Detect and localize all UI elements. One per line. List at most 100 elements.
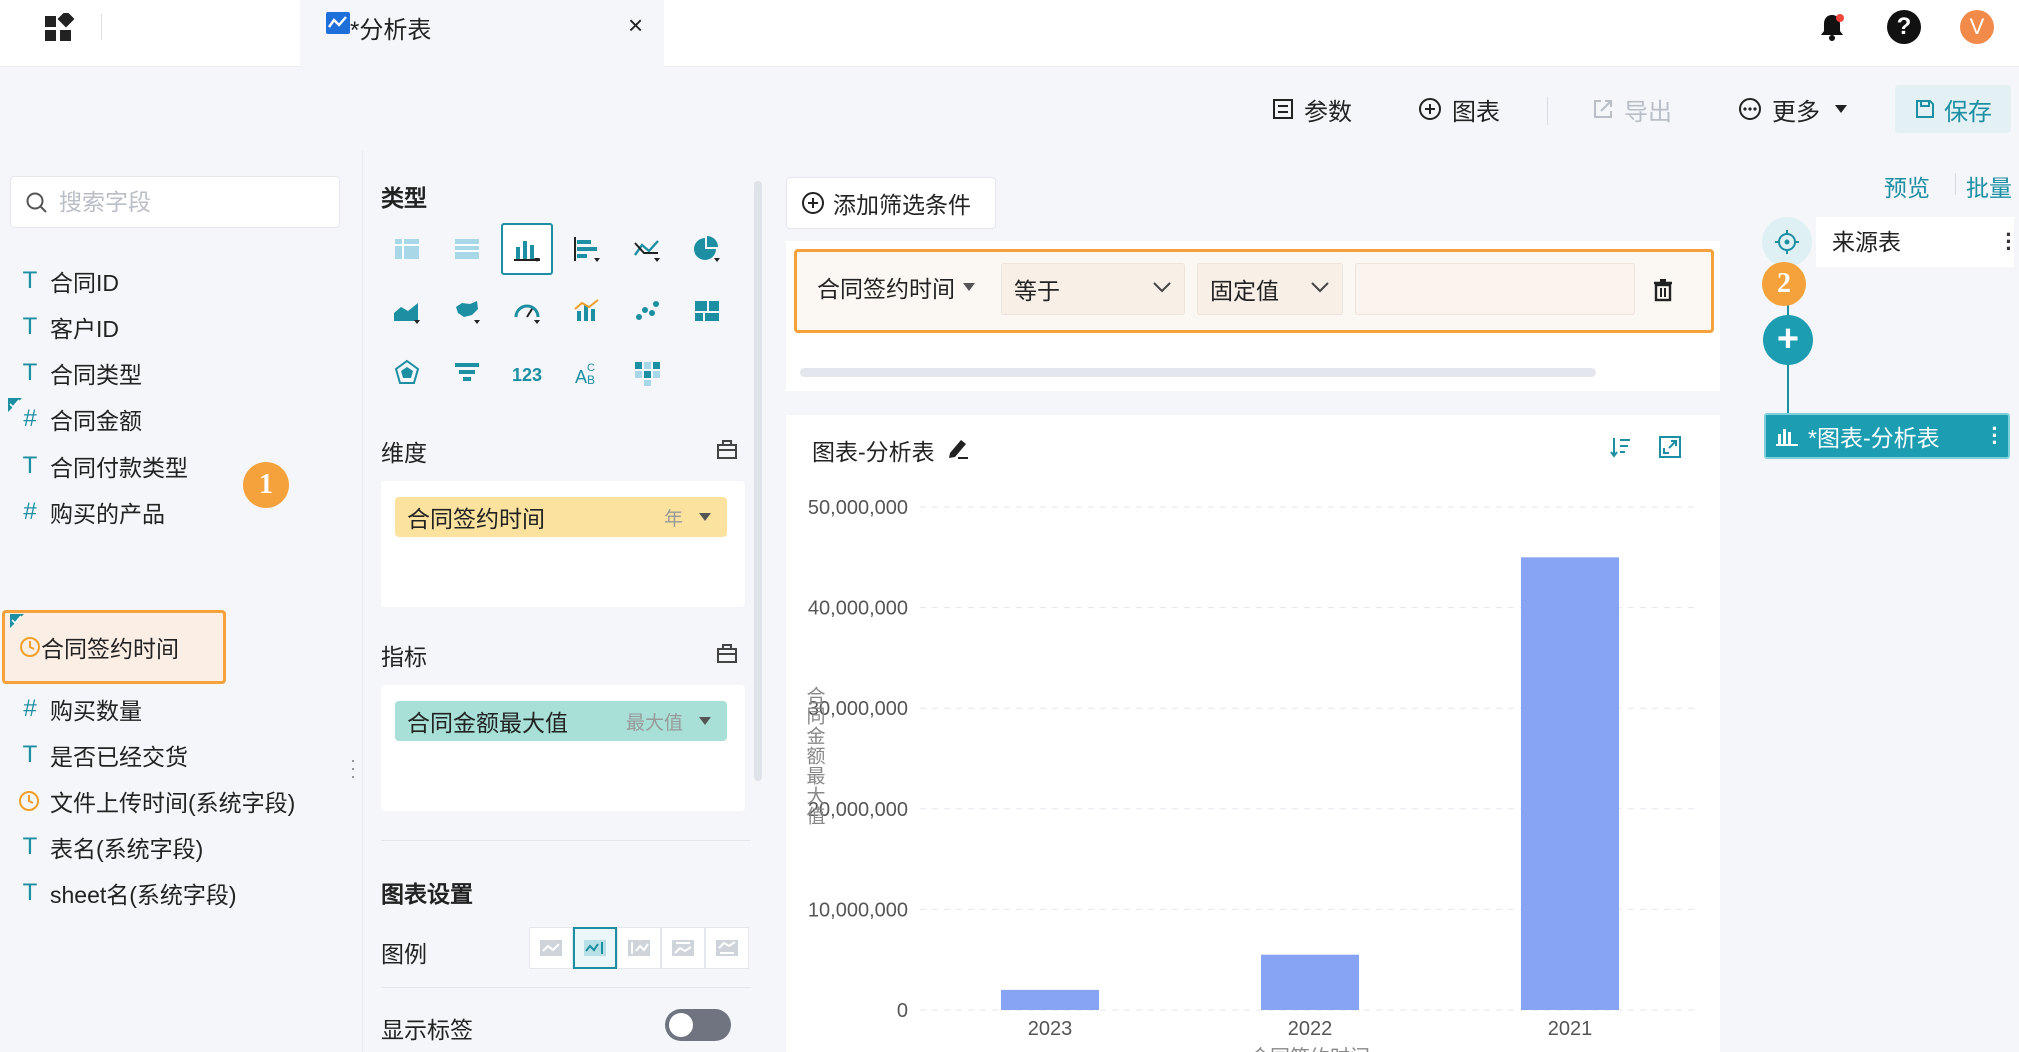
gauge-type-icon[interactable]	[501, 285, 553, 337]
resize-handle[interactable]: · · ·	[350, 751, 356, 785]
save-label: 保存	[1944, 98, 1992, 126]
x-tick-label: 2023	[1028, 1018, 1073, 1040]
dimension-pill[interactable]: 合同签约时间 年	[395, 497, 727, 537]
tab-close-icon[interactable]: ×	[628, 10, 643, 41]
dimension-settings-icon[interactable]	[715, 437, 739, 461]
field-label: 合同类型	[50, 362, 142, 388]
y-axis-title-char: 最	[806, 767, 825, 788]
help-icon[interactable]: ?	[1887, 10, 1921, 44]
heatmap-type-icon[interactable]	[621, 347, 673, 399]
params-button[interactable]: 参数	[1272, 91, 1352, 127]
dimension-agg: 年	[663, 508, 683, 530]
field-item-table-name[interactable]: T 表名(系统字段)	[0, 822, 230, 872]
field-item-delivered[interactable]: T 是否已经交货	[0, 730, 230, 780]
apps-grid-icon[interactable]	[44, 13, 74, 43]
add-filter-button[interactable]: 添加筛选条件	[786, 177, 996, 229]
source-node[interactable]: 来源表 · · ·	[1762, 215, 2019, 269]
trash-icon[interactable]	[1652, 278, 1674, 302]
more-button[interactable]: 更多	[1738, 91, 1848, 127]
legend-right-option[interactable]	[573, 927, 617, 969]
metric-pill[interactable]: 合同金额最大值 最大值	[395, 701, 727, 741]
more-label: 更多	[1772, 98, 1820, 126]
legend-bottom-option[interactable]	[705, 927, 749, 969]
field-search[interactable]	[10, 176, 340, 228]
legend-left-option[interactable]	[617, 927, 661, 969]
field-item-contract-type[interactable]: T 合同类型	[0, 348, 230, 398]
chart-node-menu-icon[interactable]: · · ·	[1990, 418, 2000, 454]
dimension-dropzone[interactable]: 合同签约时间 年	[381, 481, 745, 607]
section-divider	[381, 987, 751, 988]
line-chart-type-icon[interactable]	[621, 223, 673, 275]
radar-type-icon[interactable]	[381, 347, 433, 399]
bar-chart: 010,000,00020,000,00030,000,00040,000,00…	[806, 497, 1700, 1052]
bar-chart-type-icon[interactable]	[501, 223, 553, 275]
legend-none-option[interactable]	[529, 927, 573, 969]
type-title: 类型	[381, 185, 427, 211]
pie-chart-type-icon[interactable]	[681, 223, 733, 275]
field-item-product[interactable]: # 购买的产品	[0, 487, 230, 537]
add-chart-button[interactable]: 图表	[1418, 91, 1500, 127]
y-axis-title-char: 大	[806, 786, 825, 808]
config-scrollbar[interactable]	[754, 181, 762, 781]
caret-down-icon[interactable]	[699, 717, 711, 725]
field-item-contract-amount[interactable]: # 合同金额	[0, 394, 230, 444]
params-label: 参数	[1304, 98, 1352, 126]
field-item-quantity[interactable]: # 购买数量	[0, 684, 230, 734]
filter-operator-select[interactable]: 等于	[1001, 263, 1185, 315]
show-label-toggle[interactable]	[665, 1009, 731, 1041]
add-node-button[interactable]: +	[1763, 315, 1813, 365]
search-icon	[26, 192, 47, 213]
filter-scrollbar[interactable]	[800, 368, 1596, 377]
search-input[interactable]	[59, 187, 329, 217]
field-item-payment-type[interactable]: T 合同付款类型	[0, 441, 230, 491]
field-label: 文件上传时间(系统字段)	[50, 790, 296, 816]
save-icon	[1916, 100, 1934, 118]
source-node-circle	[1762, 217, 1812, 267]
export-button[interactable]: 导出	[1592, 91, 1672, 127]
area-chart-type-icon[interactable]	[381, 285, 433, 337]
number-type-icon: #	[23, 405, 37, 432]
field-label: 合同付款类型	[50, 455, 188, 481]
field-item-sheet-name[interactable]: T sheet名(系统字段)	[0, 868, 237, 918]
metric-settings-icon[interactable]	[715, 641, 739, 665]
number-card-type-icon[interactable]: 123	[501, 347, 553, 399]
field-item-customer-id[interactable]: T 客户ID	[0, 302, 230, 352]
funnel-type-icon[interactable]	[441, 347, 493, 399]
caret-down-icon[interactable]	[699, 513, 711, 521]
plus-circle-icon	[1419, 98, 1441, 120]
metric-dropzone[interactable]: 合同金额最大值 最大值	[381, 685, 745, 811]
filter-value-type-label: 固定值	[1210, 278, 1279, 304]
treemap-type-icon[interactable]	[681, 285, 733, 337]
legend-top-option[interactable]	[661, 927, 705, 969]
filter-row: 合同签约时间 等于 固定值	[794, 249, 1714, 333]
map-type-icon[interactable]	[441, 285, 493, 337]
scatter-type-icon[interactable]	[621, 285, 673, 337]
table-type-icon[interactable]	[381, 223, 433, 275]
word-cloud-type-icon[interactable]: ACB	[561, 347, 613, 399]
field-item-upload-time[interactable]: 文件上传时间(系统字段)	[0, 776, 295, 826]
bell-icon[interactable]	[1816, 11, 1848, 43]
source-node-menu-icon[interactable]: · · ·	[2004, 224, 2014, 260]
field-item-sign-date[interactable]: 合同签约时间	[2, 610, 226, 684]
horizontal-bar-type-icon[interactable]	[561, 223, 613, 275]
save-button[interactable]: 保存	[1895, 85, 2011, 133]
avatar[interactable]: V	[1960, 10, 1994, 44]
preview-link[interactable]: 预览	[1884, 169, 1930, 203]
bar-2023	[1001, 989, 1099, 1010]
text-type-icon: T	[22, 879, 38, 906]
y-axis-title-char: 合	[806, 686, 825, 708]
combo-chart-type-icon[interactable]	[561, 285, 613, 337]
filter-field-select[interactable]: 合同签约时间	[817, 270, 975, 304]
tab-analysis[interactable]: *分析表 ×	[300, 0, 664, 67]
filter-value-type-select[interactable]: 固定值	[1197, 263, 1343, 315]
pivot-table-type-icon[interactable]	[441, 223, 493, 275]
field-label: 购买数量	[50, 698, 142, 724]
filter-value-input[interactable]	[1355, 263, 1635, 315]
add-filter-label: 添加筛选条件	[833, 192, 971, 218]
chart-node[interactable]: *图表-分析表 · · ·	[1764, 413, 2010, 459]
field-item-contract-id[interactable]: T 合同ID	[0, 256, 230, 306]
show-label-label: 显示标签	[381, 1017, 473, 1043]
batch-link[interactable]: 批量	[1966, 169, 2012, 203]
export-label: 导出	[1624, 98, 1672, 126]
legend-position-options	[529, 927, 749, 969]
